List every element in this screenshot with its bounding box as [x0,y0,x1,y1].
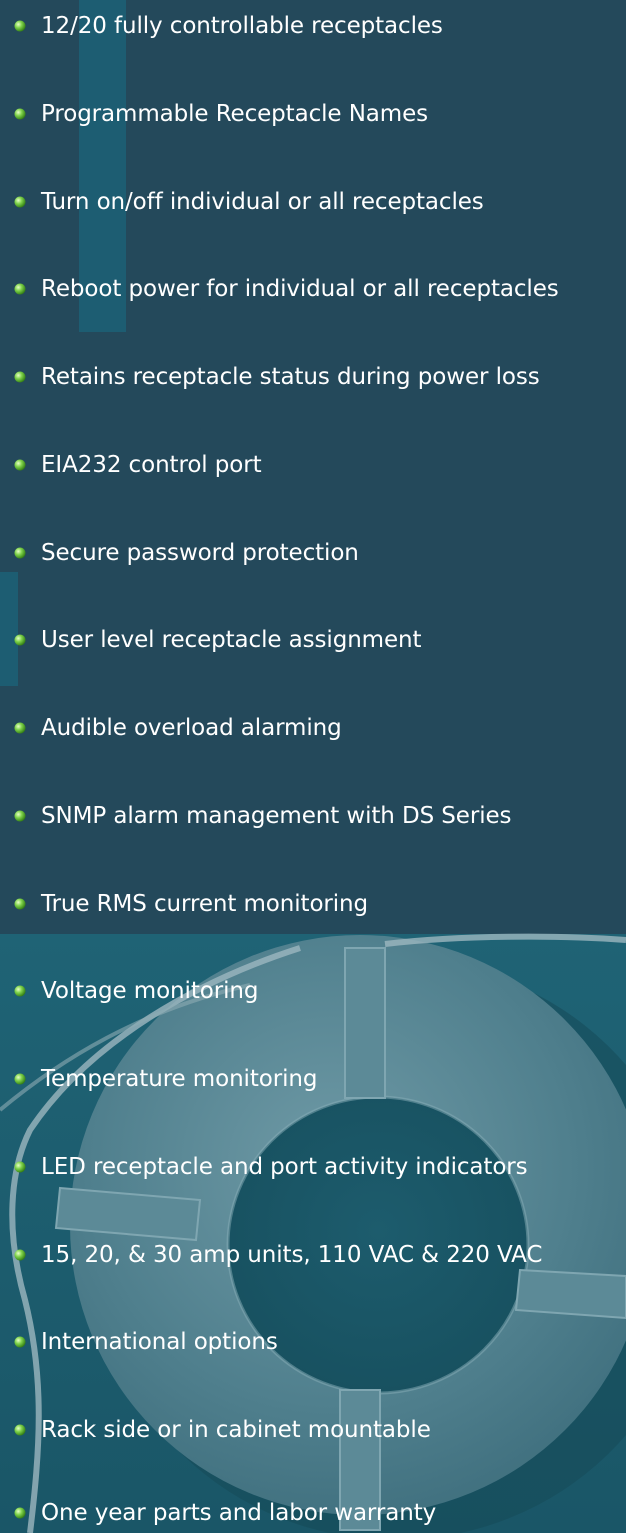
green-sphere-icon [14,20,26,32]
feature-label: Secure password protection [41,540,359,566]
feature-label: LED receptacle and port activity indicat… [41,1154,528,1180]
list-item: 12/20 fully controllable receptacles [0,6,626,46]
green-sphere-icon [14,547,26,559]
feature-label: Audible overload alarming [41,715,342,741]
list-item: Voltage monitoring [0,971,626,1011]
green-sphere-icon [14,1161,26,1173]
list-item: Audible overload alarming [0,708,626,748]
list-item: Secure password protection [0,533,626,573]
feature-label: Retains receptacle status during power l… [41,364,540,390]
list-item: Reboot power for individual or all recep… [0,269,626,309]
feature-label: International options [41,1329,278,1355]
feature-label: EIA232 control port [41,452,262,478]
green-sphere-icon [14,722,26,734]
feature-label: Reboot power for individual or all recep… [41,276,559,302]
green-sphere-icon [14,1336,26,1348]
feature-label: Temperature monitoring [41,1066,318,1092]
green-sphere-icon [14,1424,26,1436]
green-sphere-icon [14,459,26,471]
list-item: Retains receptacle status during power l… [0,357,626,397]
list-item: Rack side or in cabinet mountable [0,1410,626,1450]
feature-label: One year parts and labor warranty [41,1500,437,1526]
green-sphere-icon [14,1507,26,1519]
list-item: 15, 20, & 30 amp units, 110 VAC & 220 VA… [0,1235,626,1275]
background-art [0,0,626,1533]
green-sphere-icon [14,810,26,822]
feature-label: True RMS current monitoring [41,891,369,917]
list-item: Turn on/off individual or all receptacle… [0,182,626,222]
green-sphere-icon [14,108,26,120]
list-item: Programmable Receptacle Names [0,94,626,134]
list-item: SNMP alarm management with DS Series [0,796,626,836]
green-sphere-icon [14,196,26,208]
list-item: One year parts and labor warranty [0,1493,626,1533]
feature-label: 15, 20, & 30 amp units, 110 VAC & 220 VA… [41,1242,543,1268]
list-item: International options [0,1322,626,1362]
green-sphere-icon [14,1073,26,1085]
green-sphere-icon [14,634,26,646]
feature-label: Rack side or in cabinet mountable [41,1417,431,1443]
feature-label: 12/20 fully controllable receptacles [41,13,443,39]
feature-label: Programmable Receptacle Names [41,101,429,127]
list-item: Temperature monitoring [0,1059,626,1099]
green-sphere-icon [14,1249,26,1261]
green-sphere-icon [14,371,26,383]
green-sphere-icon [14,985,26,997]
green-sphere-icon [14,898,26,910]
feature-label: SNMP alarm management with DS Series [41,803,512,829]
list-item: True RMS current monitoring [0,884,626,924]
feature-label: Voltage monitoring [41,978,259,1004]
list-item: EIA232 control port [0,445,626,485]
list-item: LED receptacle and port activity indicat… [0,1147,626,1187]
list-item: User level receptacle assignment [0,620,626,660]
feature-label: User level receptacle assignment [41,627,422,653]
green-sphere-icon [14,283,26,295]
feature-label: Turn on/off individual or all receptacle… [41,189,484,215]
